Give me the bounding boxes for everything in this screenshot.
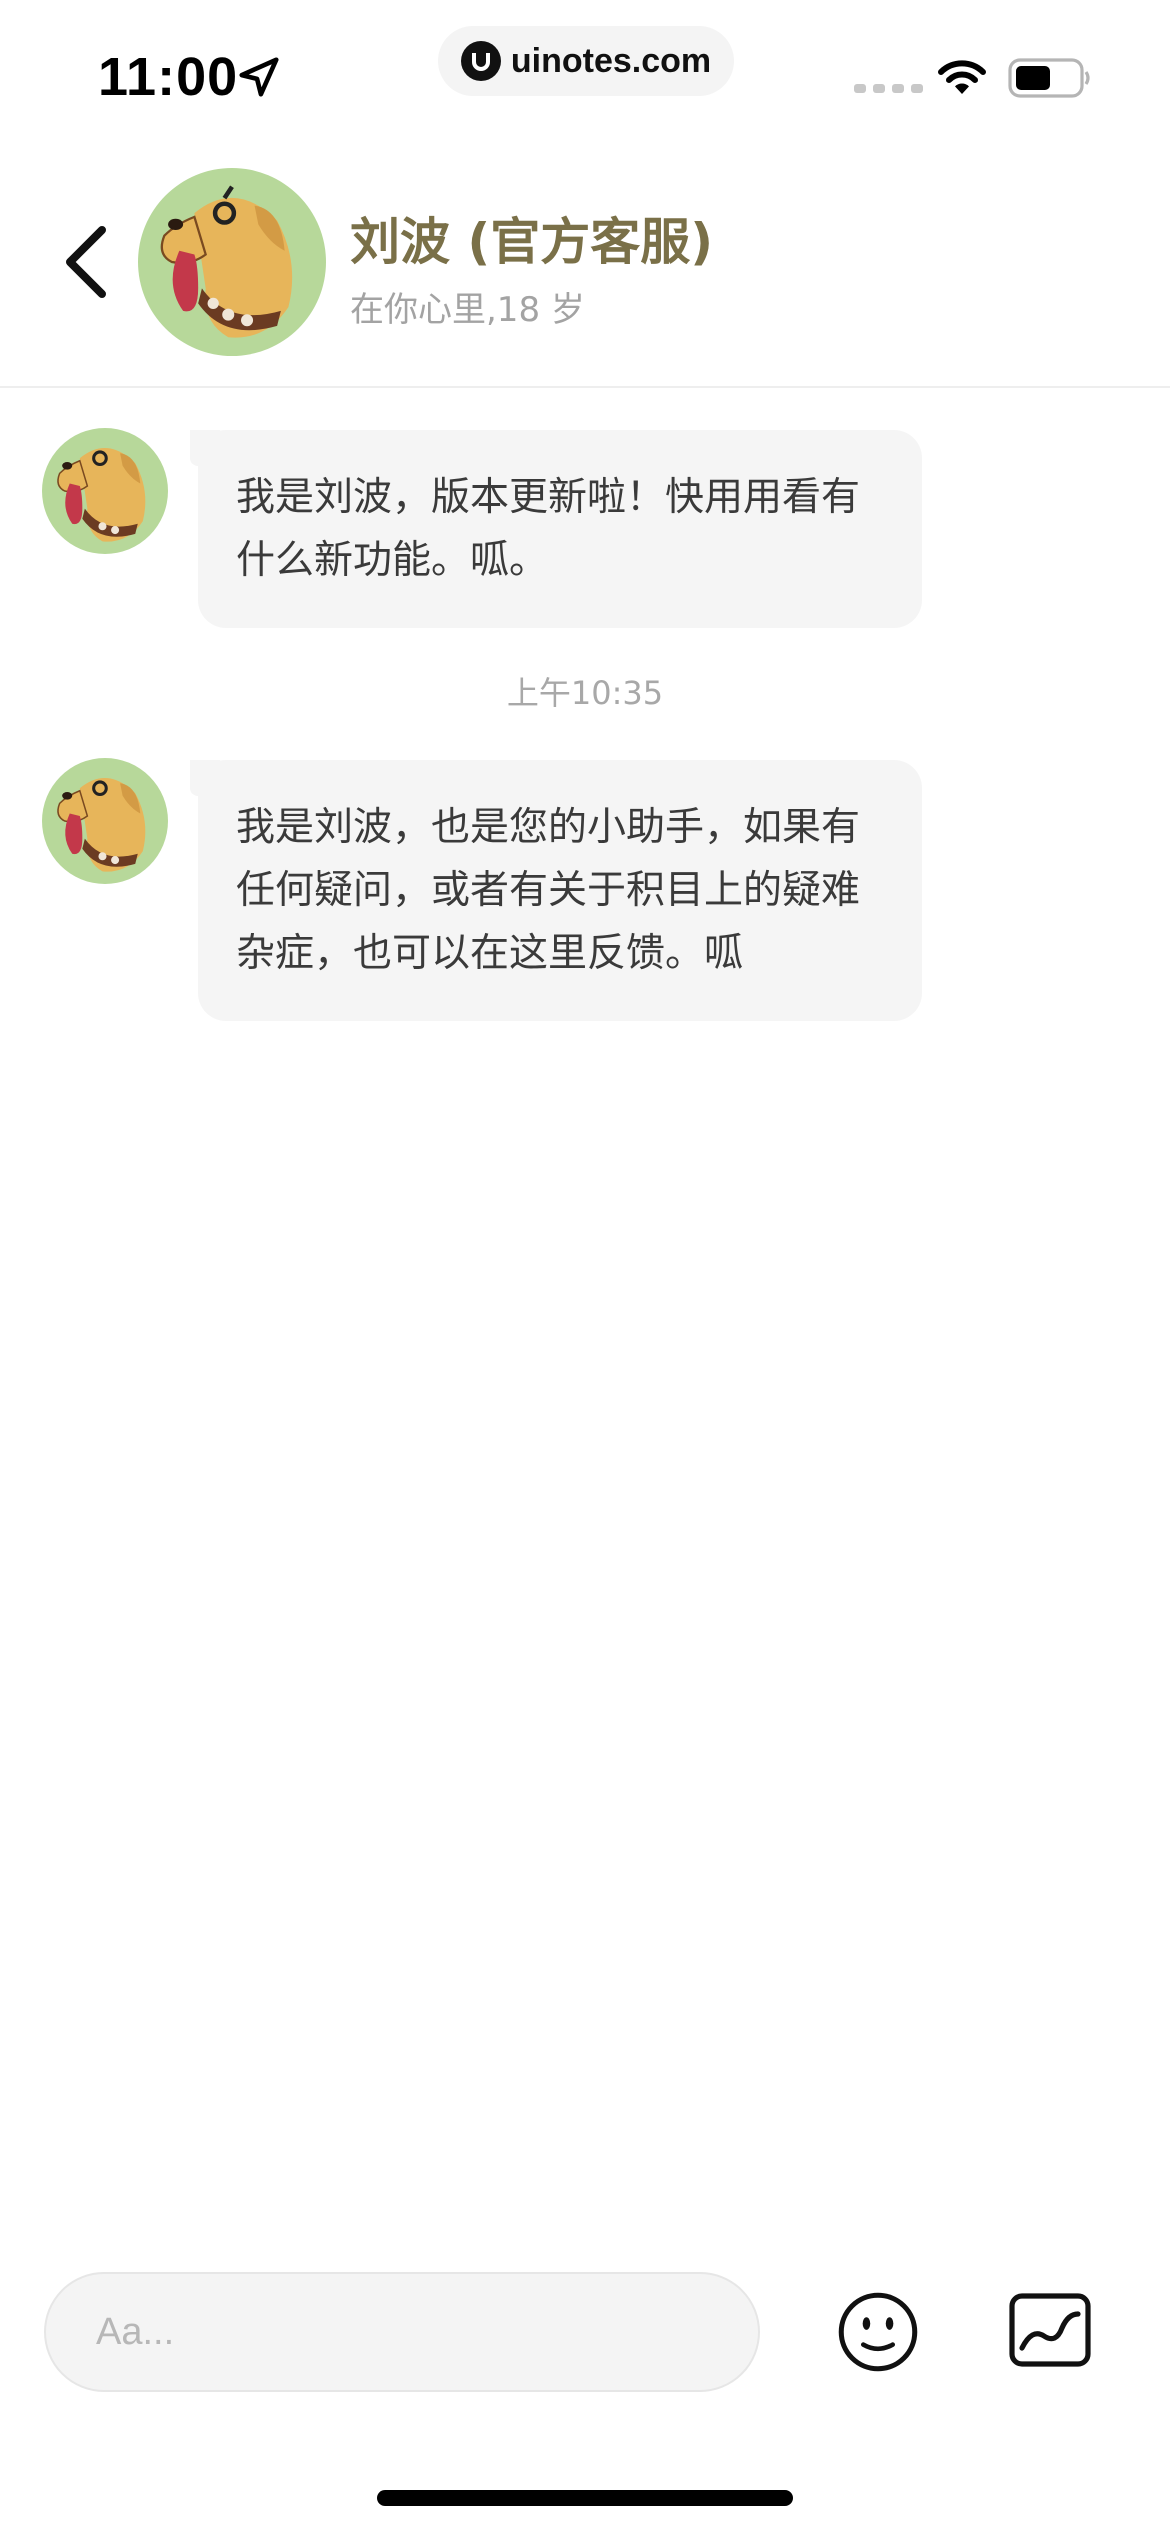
status-bar: 11:00 uinotes.com [0, 0, 1170, 140]
emoji-icon[interactable] [836, 2290, 920, 2374]
message-avatar[interactable] [42, 428, 168, 554]
url-text: uinotes.com [510, 41, 712, 80]
message-bubble[interactable]: 我是刘波，版本更新啦！快用用看有什么新功能。呱。 [190, 430, 922, 628]
message-avatar[interactable] [42, 758, 168, 884]
status-time: 11:00 [98, 47, 239, 107]
home-indicator[interactable] [377, 2490, 793, 2506]
uinotes-logo-icon [460, 41, 501, 81]
location-arrow-icon [239, 57, 279, 97]
message-bubble[interactable]: 我是刘波，也是您的小助手，如果有任何疑问，或者有关于积目上的疑难杂症，也可以在这… [190, 760, 922, 1021]
contact-name: 刘波 (官方客服) [350, 213, 714, 271]
message-timestamp: 上午10:35 [506, 674, 664, 712]
chat-header: 刘波 (官方客服) 在你心里,18 岁 [0, 150, 1170, 388]
wifi-icon [938, 60, 986, 94]
url-pill[interactable]: uinotes.com [438, 26, 734, 96]
cellular-signal-icon [854, 84, 923, 93]
contact-avatar[interactable] [138, 168, 326, 356]
message-text: 我是刘波，也是您的小助手，如果有任何疑问，或者有关于积目上的疑难杂症，也可以在这… [236, 805, 861, 976]
chat-screen: 11:00 uinotes.com 刘波 (官方客服) 在你心里,18 岁 我是… [0, 0, 1170, 2532]
message-text: 我是刘波，版本更新啦！快用用看有什么新功能。呱。 [236, 475, 861, 583]
back-chevron-icon[interactable] [58, 222, 114, 302]
battery-icon [1008, 58, 1090, 98]
image-icon[interactable] [1008, 2292, 1092, 2368]
message-input[interactable] [44, 2272, 760, 2392]
contact-subtitle: 在你心里,18 岁 [350, 290, 585, 330]
